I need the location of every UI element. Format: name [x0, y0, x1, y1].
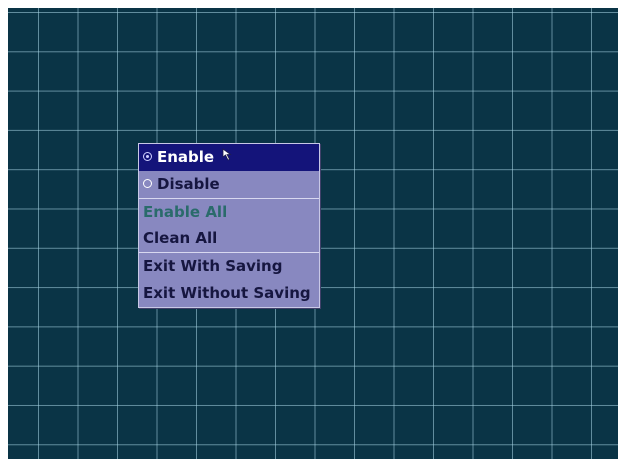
mouse-pointer-icon	[222, 148, 232, 161]
menu-item-label: Disable	[157, 174, 220, 193]
menu-item-label: Exit With Saving	[143, 257, 283, 276]
menu-item-label: Enable All	[143, 202, 228, 221]
menu-item-exit-with-saving[interactable]: Exit With Saving	[139, 253, 319, 280]
menu-item-exit-without-saving[interactable]: Exit Without Saving	[139, 280, 319, 307]
menu-item-clean-all[interactable]: Clean All	[139, 225, 319, 252]
radio-unchecked-icon	[143, 178, 152, 188]
menu-item-label: Exit Without Saving	[143, 283, 311, 302]
context-menu: Enable Disable Enable All Clean All Exit…	[138, 143, 320, 308]
menu-item-label: Clean All	[143, 229, 218, 248]
menu-item-disable[interactable]: Disable	[139, 171, 319, 198]
menu-item-label: Enable	[157, 148, 215, 166]
radio-checked-icon	[143, 152, 152, 161]
menu-item-enable-all[interactable]: Enable All	[139, 199, 319, 226]
